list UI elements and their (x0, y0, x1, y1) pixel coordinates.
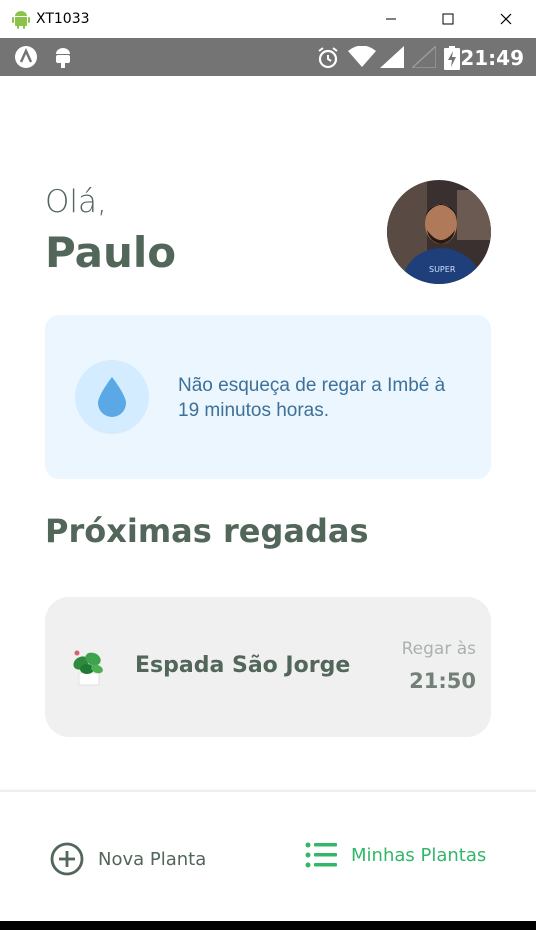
minimize-icon (386, 18, 396, 20)
maximize-icon (442, 13, 454, 25)
plant-icon (73, 650, 103, 686)
status-bar: 21:49 (0, 38, 536, 76)
signal-empty-icon (412, 46, 436, 68)
reminder-card: Não esqueça de regar a Imbé à 19 minutos… (45, 315, 491, 479)
user-name: Paulo (45, 228, 177, 277)
bottom-nav: Nova Planta Minhas Plantas (0, 790, 536, 921)
plant-name: Espada São Jorge (135, 653, 351, 678)
avatar[interactable]: SUPER (387, 180, 491, 284)
window-titlebar: XT1033 (0, 0, 536, 38)
nav-new-plant[interactable]: Nova Planta (50, 842, 206, 876)
bottom-edge (0, 921, 536, 930)
avatar-image: SUPER (387, 180, 491, 284)
alarm-icon (318, 47, 338, 69)
app-a-icon (15, 46, 37, 68)
close-button[interactable] (477, 0, 535, 38)
water-time: 21:50 (409, 669, 476, 693)
signal-icon (380, 46, 404, 68)
battery-charging-icon (444, 46, 460, 70)
water-label: Regar às (401, 639, 476, 659)
section-title: Próximas regadas (45, 512, 369, 550)
window-title: XT1033 (36, 11, 90, 27)
reminder-icon-wrap (75, 360, 149, 434)
maximize-button[interactable] (419, 0, 477, 38)
status-time: 21:49 (460, 46, 524, 70)
nav-my-plants-label: Minhas Plantas (351, 844, 487, 866)
android-debug-icon (56, 48, 70, 68)
nav-new-plant-label: Nova Planta (98, 848, 207, 870)
plus-circle-icon (50, 842, 84, 876)
water-drop-icon (98, 377, 126, 417)
greeting-text: Olá, (45, 184, 107, 220)
wifi-icon (348, 46, 376, 67)
android-icon (12, 11, 30, 29)
plant-card[interactable]: Espada São Jorge Regar às 21:50 (45, 597, 491, 737)
nav-my-plants[interactable]: Minhas Plantas (305, 842, 486, 868)
svg-text:SUPER: SUPER (429, 265, 456, 274)
minimize-button[interactable] (362, 0, 420, 38)
close-icon (500, 13, 512, 25)
reminder-text: Não esqueça de regar a Imbé à 19 minutos… (178, 375, 446, 421)
app-screen: Olá, Paulo SUPER Não esqueça de regar a … (0, 76, 536, 921)
list-icon (305, 842, 337, 868)
